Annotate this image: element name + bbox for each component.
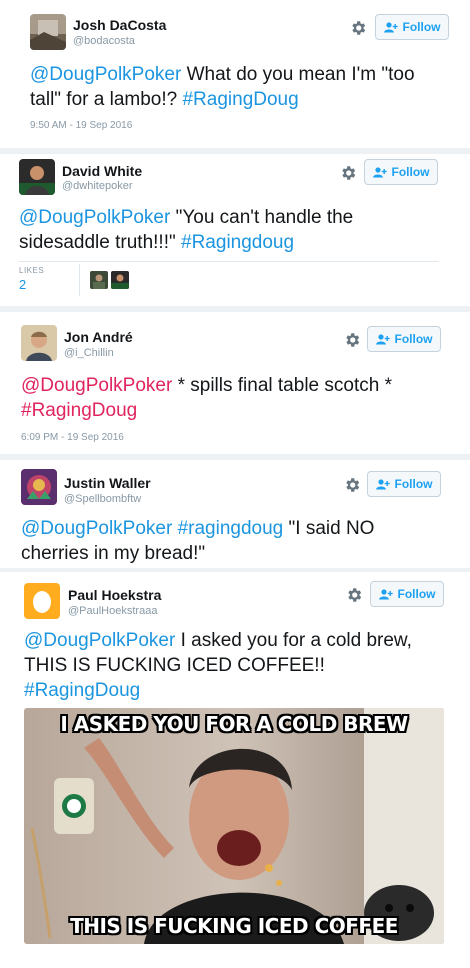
tweet-text: @DougPolkPoker What do you mean I'm "too… [30,62,440,112]
mention-link[interactable]: @DougPolkPoker [21,375,172,396]
user-handle[interactable]: @dwhitepoker [62,180,132,192]
liker-avatar[interactable] [111,271,129,289]
avatar[interactable] [19,159,55,195]
follow-user-icon [375,333,390,344]
follow-label: Follow [394,332,433,346]
tweet-body: * spills final table scotch * [172,375,392,396]
tweet-jon-andre: Jon André @i_Chillin Follow @DougPolkPok… [0,312,470,454]
gear-icon[interactable] [343,331,361,349]
hashtag-link[interactable]: #RagingDoug [21,400,137,421]
avatar[interactable] [21,325,57,361]
follow-user-icon [378,588,393,599]
likes-count: 2 [19,277,27,292]
follow-label: Follow [394,477,433,491]
display-name[interactable]: Justin Waller [64,475,151,491]
follow-label: Follow [397,587,436,601]
gear-icon[interactable] [345,586,363,604]
tweet-text: @DougPolkPoker "You can't handle the sid… [19,205,439,255]
divider [79,264,80,296]
likes-stat[interactable]: LIKES 2 [19,266,79,296]
follow-button[interactable]: Follow [375,14,449,40]
follow-user-icon [375,478,390,489]
divider [19,261,439,262]
follow-user-icon [372,166,387,177]
avatar[interactable] [24,583,60,619]
meme-bottom-caption: THIS IS FUCKING ICED COFFEE [70,914,398,938]
follow-label: Follow [402,20,441,34]
user-handle[interactable]: @i_Chillin [64,347,114,359]
user-handle[interactable]: @PaulHoekstraaa [68,605,157,617]
follow-button[interactable]: Follow [370,581,444,607]
display-name[interactable]: Josh DaCosta [73,17,166,33]
follow-button[interactable]: Follow [364,159,438,185]
tweet-paul-hoekstra: Paul Hoekstra @PaulHoekstraaa Follow @Do… [0,572,470,968]
mention-link[interactable]: @DougPolkPoker [24,630,175,651]
hashtag-link[interactable]: #RagingDoug [24,680,140,701]
follow-label: Follow [391,165,430,179]
avatar[interactable] [30,14,66,50]
timestamp[interactable]: 6:09 PM - 19 Sep 2016 [21,432,124,443]
user-handle[interactable]: @Spellbombftw [64,493,141,505]
user-handle[interactable]: @bodacosta [73,35,135,47]
tweet-josh-dacosta: Josh DaCosta @bodacosta Follow @DougPolk… [0,0,470,148]
mention-link[interactable]: @DougPolkPoker [30,64,181,85]
display-name[interactable]: Paul Hoekstra [68,587,161,603]
hashtag-link[interactable]: #ragingdoug [178,518,284,539]
meme-image[interactable]: I ASKED YOU FOR A COLD BREW THIS IS FUCK… [24,708,444,944]
gear-icon[interactable] [339,164,357,182]
tweet-text: @DougPolkPoker * spills final table scot… [21,373,436,423]
display-name[interactable]: David White [62,163,142,179]
liker-avatar[interactable] [90,271,108,289]
follow-button[interactable]: Follow [367,326,441,352]
timestamp[interactable]: 9:50 AM - 19 Sep 2016 [30,120,132,131]
gear-icon[interactable] [343,476,361,494]
hashtag-link[interactable]: #RagingDoug [182,89,298,110]
display-name[interactable]: Jon André [64,329,133,345]
tweet-justin-waller: Justin Waller @Spellbombftw Follow @Doug… [0,460,470,568]
tweet-text: @DougPolkPoker I asked you for a cold br… [24,628,444,703]
avatar[interactable] [21,469,57,505]
follow-button[interactable]: Follow [367,471,441,497]
gear-icon[interactable] [349,19,367,37]
mention-link[interactable]: @DougPolkPoker [21,518,172,539]
meme-top-caption: I ASKED YOU FOR A COLD BREW [60,712,408,736]
tweet-text: @DougPolkPoker #ragingdoug "I said NO ch… [21,516,431,566]
tweet-david-white: David White @dwhitepoker Follow @DougPol… [0,154,470,306]
hashtag-link[interactable]: #Ragingdoug [181,232,294,253]
likes-label: LIKES [19,266,45,275]
mention-link[interactable]: @DougPolkPoker [19,207,170,228]
follow-user-icon [383,21,398,32]
